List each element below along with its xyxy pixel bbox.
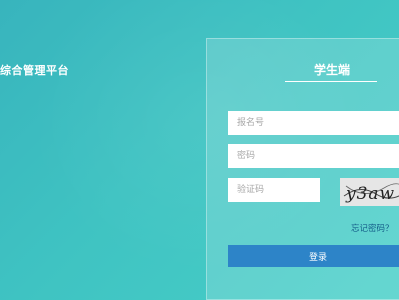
captcha-input[interactable]	[228, 178, 320, 202]
tab-student[interactable]: 学生端	[287, 61, 377, 78]
captcha-text: y3aw	[345, 184, 395, 204]
password-input[interactable]	[228, 144, 399, 168]
login-button[interactable]: 登录	[228, 245, 399, 267]
platform-title: 综合管理平台	[0, 64, 69, 77]
login-panel: 学生端 y3aw 忘记密码？ 登录	[206, 38, 399, 300]
forgot-password-link[interactable]: 忘记密码？	[351, 222, 394, 234]
username-input[interactable]	[228, 111, 399, 135]
captcha-image[interactable]: y3aw	[340, 178, 399, 206]
captcha-graphic: y3aw	[340, 178, 399, 206]
tab-active-underline	[285, 81, 377, 82]
